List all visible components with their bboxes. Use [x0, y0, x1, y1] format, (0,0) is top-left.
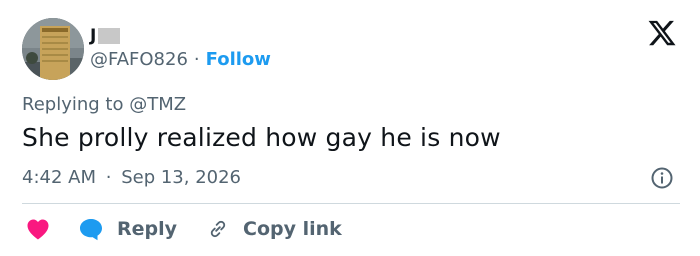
x-logo-icon[interactable]	[647, 18, 677, 48]
replying-to-mention[interactable]: @TMZ	[129, 94, 186, 115]
copy-link-label[interactable]: Copy link	[243, 218, 342, 240]
replying-to-line: Replying to @TMZ	[22, 94, 186, 115]
reply-label[interactable]: Reply	[117, 218, 177, 240]
like-button[interactable]	[26, 218, 50, 240]
speech-bubble-icon	[80, 219, 102, 241]
tweet-timestamp[interactable]: 4:42 AM · Sep 13, 2026	[22, 167, 241, 188]
building-photo-avatar-icon	[22, 18, 84, 80]
tweet-date[interactable]: Sep 13, 2026	[121, 167, 241, 188]
author-handle[interactable]: @FAFO826	[90, 49, 188, 70]
avatar[interactable]	[22, 18, 84, 80]
author-handle-row: @FAFO826 · Follow	[90, 49, 271, 70]
separator-dot: ·	[193, 49, 200, 70]
redacted-name-block	[98, 28, 121, 44]
tweet-time[interactable]: 4:42 AM	[22, 167, 96, 188]
separator-dot: ·	[105, 167, 112, 188]
link-icon	[210, 220, 226, 238]
follow-button[interactable]: Follow	[206, 49, 271, 70]
heart-icon	[27, 219, 49, 240]
action-bar: Reply Copy link	[22, 214, 342, 244]
divider	[22, 203, 680, 204]
tweet-text: She prolly realized how gay he is now	[22, 123, 501, 152]
author-name[interactable]: J	[90, 26, 121, 46]
author-name-text[interactable]: J	[90, 26, 96, 46]
replying-to-label: Replying to	[22, 94, 124, 115]
reply-button[interactable]: Reply	[78, 217, 177, 241]
info-icon[interactable]	[650, 166, 674, 190]
copy-link-button[interactable]: Copy link	[207, 218, 342, 240]
